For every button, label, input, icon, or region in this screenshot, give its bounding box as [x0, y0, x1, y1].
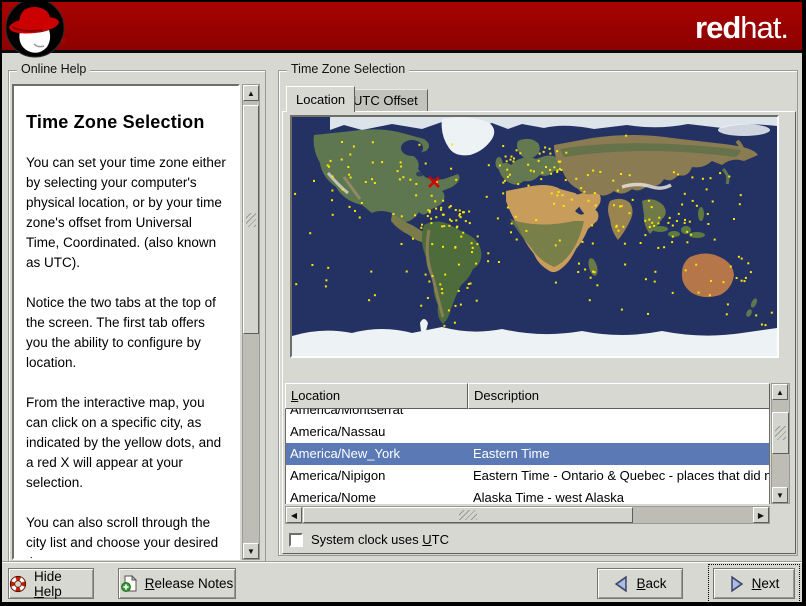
installer-window: redhat. ® Online Help Time Zone Selectio…	[2, 2, 802, 602]
release-notes-icon	[120, 575, 137, 592]
scroll-right-icon[interactable]: ▶	[753, 507, 769, 523]
scroll-down-icon[interactable]: ▼	[772, 487, 788, 503]
cell-location: America/Nassau	[290, 424, 386, 439]
table-row[interactable]: America/New_York Eastern Time	[286, 443, 769, 465]
cell-description: Alaska Time - west Alaska	[473, 490, 624, 504]
release-notes-label: Release Notes	[144, 576, 234, 591]
redhat-shadowman-icon: ®	[5, 2, 67, 58]
redhat-wordmark: redhat.	[695, 10, 789, 46]
timezone-frame-label: Time Zone Selection	[287, 62, 410, 76]
cell-location: America/Nome	[290, 490, 376, 504]
column-header-description[interactable]: Description	[468, 383, 770, 409]
cell-location: America/Nipigon	[290, 468, 386, 483]
system-clock-utc-label: System clock uses UTC	[311, 532, 449, 547]
cell-description	[469, 421, 769, 443]
table-row[interactable]: America/Nome Alaska Time - west Alaska	[286, 487, 769, 504]
table-vscrollbar[interactable]: ▲ ▼	[771, 383, 790, 504]
tab-utc-offset[interactable]: UTC Offset	[343, 89, 428, 111]
help-paragraph: From the interactive map, you can click …	[26, 395, 222, 490]
cell-description	[469, 409, 769, 421]
world-map[interactable]	[290, 115, 779, 358]
next-arrow-icon	[730, 575, 743, 592]
timezone-table[interactable]: America/Montserrat America/Nassau America/…	[285, 409, 770, 504]
table-vscrollbar-thumb[interactable]	[772, 412, 789, 454]
table-hscrollbar-thumb[interactable]	[303, 507, 633, 523]
header-banner: redhat.	[2, 2, 802, 53]
help-paragraph: Notice the two tabs at the top of the sc…	[26, 295, 216, 370]
back-arrow-icon	[615, 575, 628, 592]
next-label: Next	[751, 576, 780, 591]
footer-separator	[2, 561, 802, 563]
back-label: Back	[636, 576, 667, 591]
scroll-down-icon[interactable]: ▼	[243, 543, 259, 559]
wordmark-light: hat.	[740, 10, 789, 45]
cell-location: America/New_York	[290, 446, 401, 461]
cell-location: America/Montserrat	[290, 409, 404, 417]
lifesaver-icon	[9, 575, 27, 592]
scroll-left-icon[interactable]: ◀	[286, 507, 302, 523]
wordmark-bold: red	[695, 10, 741, 45]
svg-text:®: ®	[61, 37, 67, 45]
help-paragraph: You can also scroll through the city lis…	[26, 515, 219, 558]
release-notes-button[interactable]: Release Notes	[118, 568, 236, 599]
help-text-panel: Time Zone Selection You can set your tim…	[12, 84, 240, 560]
table-row[interactable]: America/Montserrat	[286, 409, 769, 421]
help-scrollbar-thumb[interactable]	[243, 105, 259, 334]
cell-description: Eastern Time	[473, 446, 550, 461]
help-paragraph: You can set your time zone either by sel…	[26, 155, 226, 270]
scroll-up-icon[interactable]: ▲	[772, 384, 788, 400]
timezone-table-rows: America/Montserrat America/Nassau America/…	[286, 409, 769, 504]
hide-help-label: Hide Help	[34, 568, 62, 599]
online-help-frame-label: Online Help	[17, 62, 91, 76]
help-title: Time Zone Selection	[26, 112, 205, 132]
hide-help-button[interactable]: Hide Help	[8, 568, 94, 599]
table-hscrollbar[interactable]: ◀ ▶	[285, 506, 770, 524]
help-scrollbar[interactable]: ▲ ▼	[242, 84, 260, 560]
scroll-up-icon[interactable]: ▲	[243, 85, 259, 101]
table-row[interactable]: America/Nipigon Eastern Time - Ontario & …	[286, 465, 769, 487]
system-clock-utc-checkbox[interactable]	[289, 532, 303, 547]
table-row[interactable]: America/Nassau	[286, 421, 769, 443]
cell-description: Eastern Time - Ontario & Quebec - places…	[473, 468, 769, 483]
back-button[interactable]: Back	[597, 568, 683, 599]
column-header-location[interactable]: Location	[285, 383, 468, 409]
next-button[interactable]: Next	[713, 568, 795, 599]
tab-location[interactable]: Location	[286, 86, 356, 112]
